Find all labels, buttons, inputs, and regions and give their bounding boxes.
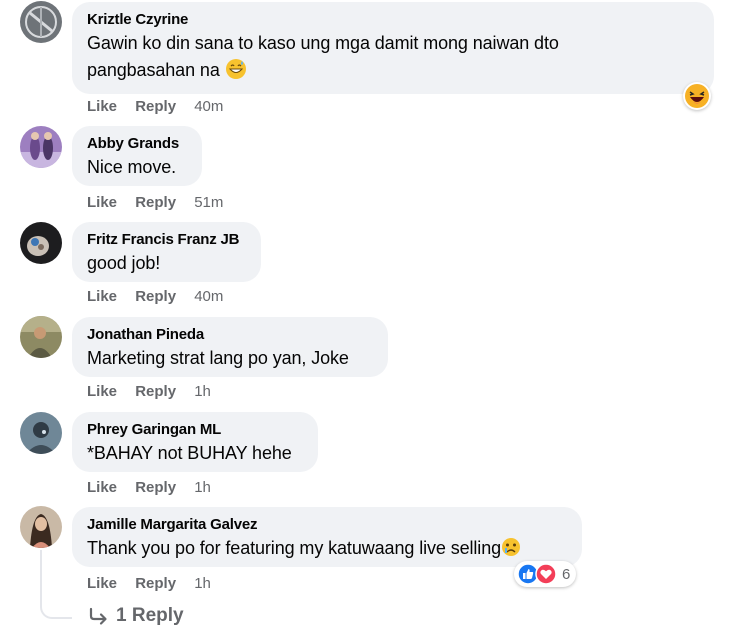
crying-emoji-icon (502, 538, 521, 556)
avatar[interactable] (20, 316, 62, 358)
comment-actions: Like Reply 1h (87, 575, 211, 593)
like-button[interactable]: Like (87, 194, 117, 211)
comment-text: *BAHAY not BUHAY hehe (87, 443, 292, 463)
comment-author[interactable]: Phrey Garingan ML (87, 420, 306, 440)
view-replies-link[interactable]: 1 Reply (88, 605, 184, 627)
comment-bubble: Kriztle Czyrine Gawin ko din sana to kas… (72, 2, 714, 94)
like-button[interactable]: Like (87, 575, 117, 592)
comment-text-line: Thank you po for featuring my katuwaang … (87, 535, 570, 562)
comment-text-line2: pangbasahan na (87, 57, 702, 84)
comment-author[interactable]: Fritz Francis Franz JB (87, 230, 249, 250)
like-button[interactable]: Like (87, 383, 117, 400)
avatar[interactable] (20, 412, 62, 454)
comment-text: Thank you po for featuring my katuwaang … (87, 538, 502, 558)
comment-author[interactable]: Abby Grands (87, 134, 190, 154)
comment-actions: Like Reply 1h (87, 479, 211, 497)
comment-actions: Like Reply 1h (87, 383, 211, 401)
reply-button[interactable]: Reply (135, 98, 176, 115)
view-replies-label: 1 Reply (116, 605, 184, 626)
thread-connector (40, 550, 72, 619)
love-reaction-icon (535, 563, 557, 585)
reply-button[interactable]: Reply (135, 194, 176, 211)
comment-author[interactable]: Jamille Margarita Galvez (87, 515, 570, 535)
comment-bubble: Abby Grands Nice move. (72, 126, 202, 186)
comment-text: good job! (87, 253, 161, 273)
comment-time[interactable]: 1h (194, 479, 211, 496)
comment-author[interactable]: Jonathan Pineda (87, 325, 376, 345)
comment-actions: Like Reply 40m (87, 288, 223, 306)
reply-button[interactable]: Reply (135, 575, 176, 592)
comment-bubble: Jonathan Pineda Marketing strat lang po … (72, 317, 388, 377)
comment-text: Nice move. (87, 157, 177, 177)
haha-reaction-icon[interactable] (683, 82, 711, 110)
like-button[interactable]: Like (87, 98, 117, 115)
comment-text: Gawin ko din sana to kaso ung mga damit … (87, 33, 559, 53)
comment-author[interactable]: Kriztle Czyrine (87, 10, 702, 30)
comment-time[interactable]: 40m (194, 288, 223, 305)
comment-time[interactable]: 1h (194, 575, 211, 592)
comment-bubble: Jamille Margarita Galvez Thank you po fo… (72, 507, 582, 567)
reply-button[interactable]: Reply (135, 383, 176, 400)
reactions-summary[interactable]: 6 (514, 561, 577, 587)
comment-actions: Like Reply 40m (87, 98, 223, 116)
avatar[interactable] (20, 126, 62, 168)
avatar[interactable] (20, 222, 62, 264)
comment-bubble: Phrey Garingan ML *BAHAY not BUHAY hehe (72, 412, 318, 472)
like-button[interactable]: Like (87, 479, 117, 496)
comment-bubble: Fritz Francis Franz JB good job! (72, 222, 261, 282)
sweat-smile-emoji-icon (225, 59, 246, 79)
reply-button[interactable]: Reply (135, 479, 176, 496)
avatar[interactable] (20, 1, 62, 43)
comment-time[interactable]: 40m (194, 98, 223, 115)
comment-text: Marketing strat lang po yan, Joke (87, 348, 349, 368)
comment-time[interactable]: 1h (194, 383, 211, 400)
reply-arrow-icon (89, 607, 107, 625)
reaction-count: 6 (562, 565, 571, 583)
avatar[interactable] (20, 506, 62, 548)
like-button[interactable]: Like (87, 288, 117, 305)
reply-button[interactable]: Reply (135, 288, 176, 305)
comment-actions: Like Reply 51m (87, 194, 223, 212)
comment-time[interactable]: 51m (194, 194, 223, 211)
